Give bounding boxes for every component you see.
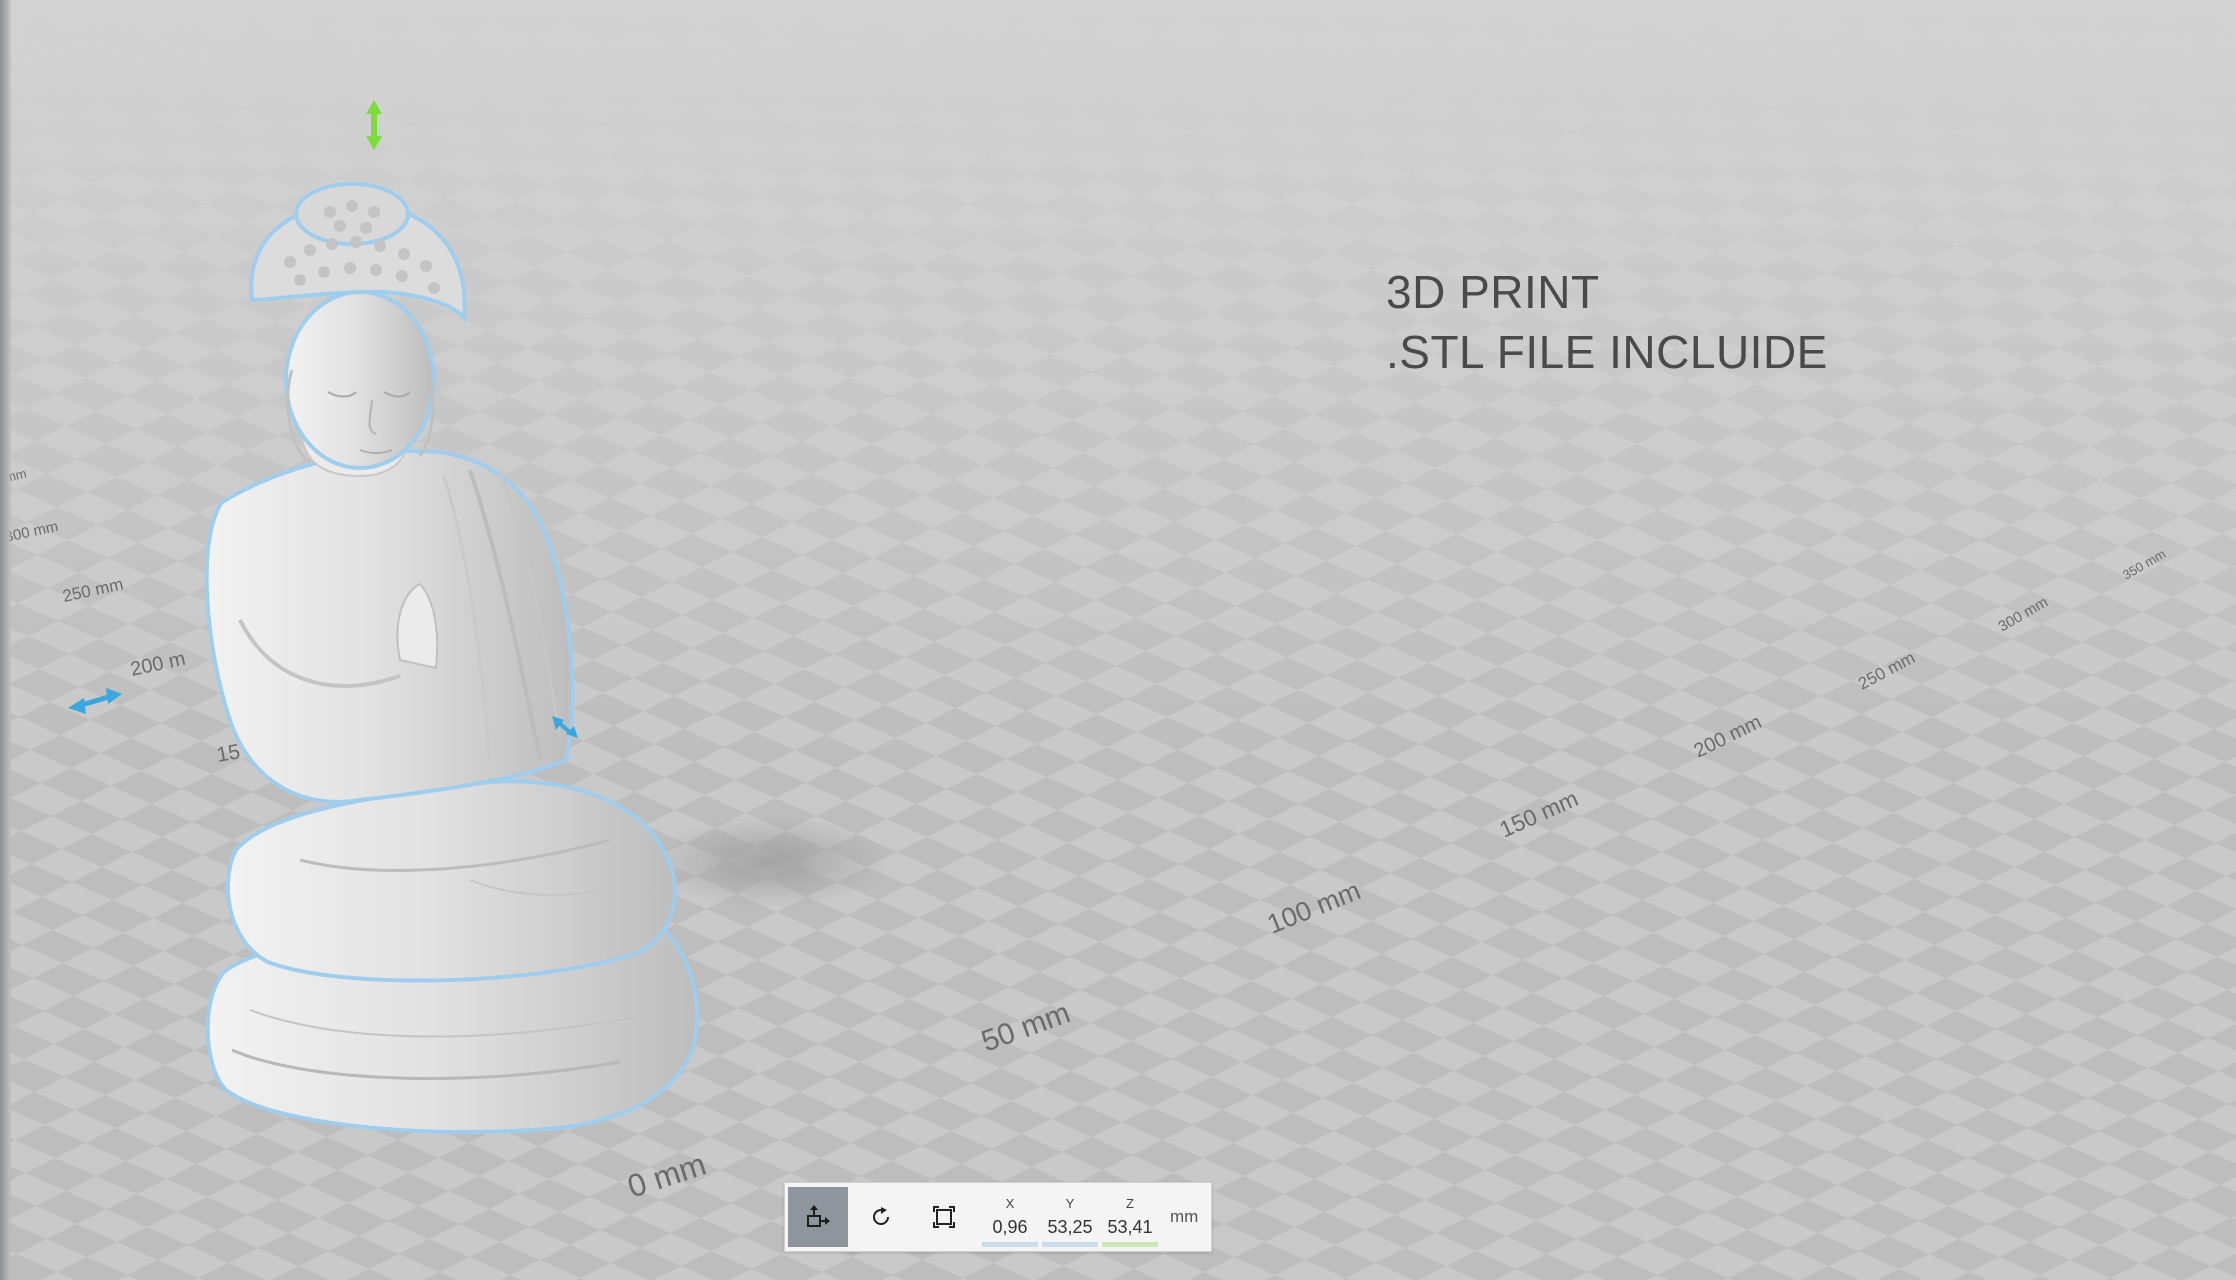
rotate-button[interactable] — [851, 1187, 911, 1247]
y-coordinate[interactable]: Y 53,25 — [1040, 1187, 1100, 1247]
promo-text: 3D PRINT .STL FILE INCLUIDE — [1386, 262, 1828, 382]
promo-line-1: 3D PRINT — [1386, 266, 1600, 318]
move-to-floor-icon — [807, 1205, 830, 1227]
z-coordinate[interactable]: Z 53,41 — [1100, 1187, 1160, 1247]
rotate-icon — [873, 1207, 889, 1225]
ruler-label: 15 — [215, 740, 242, 767]
scale-icon — [933, 1206, 955, 1228]
y-value[interactable]: 53,25 — [1047, 1217, 1092, 1238]
promo-line-2: .STL FILE INCLUIDE — [1386, 326, 1828, 378]
move-button[interactable] — [788, 1187, 848, 1247]
z-label: Z — [1126, 1196, 1134, 1211]
x-value[interactable]: 0,96 — [992, 1217, 1027, 1238]
3d-viewport[interactable]: 0 mm 50 mm 100 mm 150 mm 200 mm 250 mm 3… — [0, 0, 2236, 1280]
x-coordinate[interactable]: X 0,96 — [980, 1187, 1040, 1247]
scale-button[interactable] — [914, 1187, 974, 1247]
unit-label: mm — [1170, 1207, 1199, 1226]
model-shadow — [650, 816, 890, 908]
z-value[interactable]: 53,41 — [1107, 1217, 1152, 1238]
z-axis-bar — [1102, 1242, 1158, 1247]
transform-toolbar: X 0,96 Y 53,25 Z 53,41 mm — [784, 1182, 1212, 1252]
x-axis-bar — [982, 1242, 1038, 1247]
x-label: X — [1005, 1196, 1015, 1211]
left-panel-edge — [0, 0, 12, 1280]
y-label: Y — [1065, 1196, 1075, 1211]
y-axis-bar — [1042, 1242, 1098, 1247]
